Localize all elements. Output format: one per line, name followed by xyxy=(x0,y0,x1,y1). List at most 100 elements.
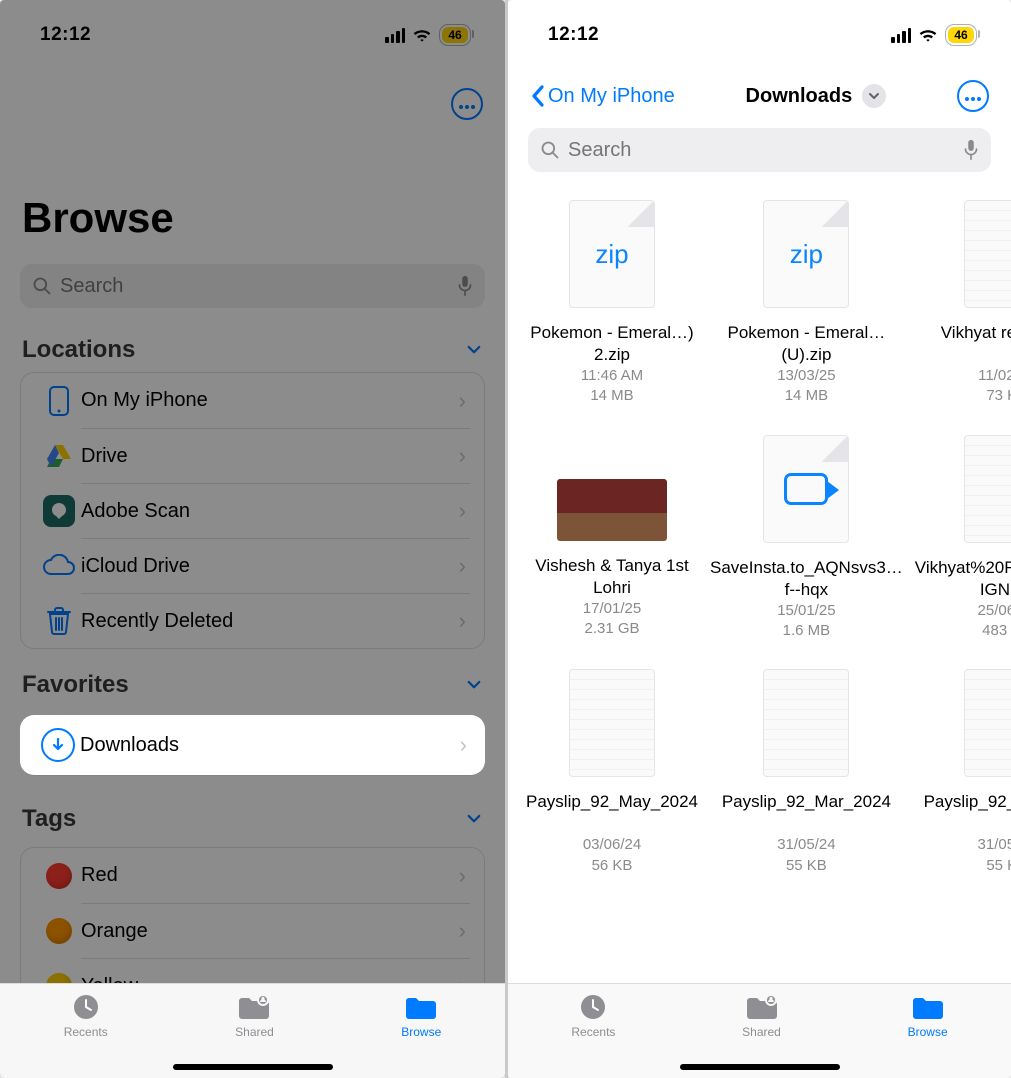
file-size: 56 KB xyxy=(592,856,633,876)
file-date: 15/01/25 xyxy=(777,601,835,621)
clock-icon xyxy=(578,992,608,1022)
wifi-icon xyxy=(918,27,938,43)
shared-folder-icon xyxy=(237,993,271,1021)
zip-icon: zip xyxy=(763,200,849,308)
location-on-my-iphone[interactable]: On My iPhone› xyxy=(21,373,484,428)
back-label: On My iPhone xyxy=(548,85,675,108)
file-item[interactable]: Vikhyat resume-211/02/2573 KB xyxy=(913,200,1011,407)
file-size: 55 KB xyxy=(786,856,827,876)
folder-icon xyxy=(404,993,438,1021)
zip-icon: zip xyxy=(569,200,655,308)
more-button[interactable] xyxy=(957,80,989,112)
file-date: 03/06/24 xyxy=(583,835,641,855)
chevron-right-icon: › xyxy=(459,553,470,579)
wifi-icon xyxy=(412,27,432,43)
file-date: 11:46 AM xyxy=(581,366,643,386)
file-size: 2.31 GB xyxy=(584,619,639,639)
locations-header[interactable]: Locations xyxy=(0,314,505,372)
location-icloud[interactable]: iCloud Drive› xyxy=(21,538,484,593)
favorite-downloads[interactable]: Downloads › xyxy=(20,715,485,775)
battery-icon: 46 xyxy=(439,24,471,46)
tab-recents[interactable]: Recents xyxy=(64,992,108,1078)
mic-icon[interactable] xyxy=(457,275,473,297)
search-input[interactable] xyxy=(568,139,955,162)
tab-recents[interactable]: Recents xyxy=(571,992,615,1078)
file-date: 17/01/25 xyxy=(583,599,641,619)
title-menu-button[interactable] xyxy=(862,84,886,108)
document-icon xyxy=(569,669,655,777)
chevron-right-icon: › xyxy=(460,732,471,758)
file-name: Pokemon - Emeral…) 2.zip xyxy=(524,322,700,366)
tab-browse[interactable]: Browse xyxy=(908,992,948,1078)
file-item[interactable]: Vikhyat%20Rishi%20-…IGNED25/06/24483 KB xyxy=(913,435,1011,642)
downloads-screen: 12:12 46 On My iPhone Downloads zipPok xyxy=(508,0,1011,1078)
file-name: Payslip_92_Apr_2024 xyxy=(922,791,1011,835)
file-item[interactable]: Payslip_92_May_202403/06/2456 KB xyxy=(524,669,700,876)
tags-header[interactable]: Tags xyxy=(0,783,505,841)
clock-icon xyxy=(71,992,101,1022)
chevron-right-icon: › xyxy=(459,863,470,889)
chevron-right-icon: › xyxy=(459,608,470,634)
cellular-icon xyxy=(891,28,911,43)
file-name: Pokemon - Emeral…(U).zip xyxy=(708,322,905,366)
tag-red[interactable]: Red› xyxy=(21,848,484,903)
tag-orange[interactable]: Orange› xyxy=(21,903,484,958)
page-title: Downloads xyxy=(746,85,853,108)
browse-screen: 12:12 46 Browse Locations On My iPhone› xyxy=(0,0,505,1078)
chevron-right-icon: › xyxy=(459,918,470,944)
search-icon xyxy=(32,276,52,296)
file-name: Payslip_92_May_2024 xyxy=(524,791,700,835)
document-icon xyxy=(964,669,1011,777)
document-icon xyxy=(964,435,1011,543)
file-date: 25/06/24 xyxy=(978,601,1011,621)
chevron-down-icon xyxy=(465,341,483,359)
location-adobe-scan[interactable]: Adobe Scan› xyxy=(21,483,484,538)
location-drive[interactable]: Drive› xyxy=(21,428,484,483)
home-indicator[interactable] xyxy=(680,1064,840,1070)
photo-thumbnail xyxy=(557,479,667,541)
file-item[interactable]: Vishesh & Tanya 1st Lohri17/01/252.31 GB xyxy=(524,435,700,642)
back-button[interactable]: On My iPhone xyxy=(530,84,675,108)
shared-folder-icon xyxy=(745,993,779,1021)
nav-bar: On My iPhone Downloads xyxy=(508,58,1011,118)
more-button[interactable] xyxy=(451,88,483,120)
status-time: 12:12 xyxy=(548,24,599,46)
favorites-label: Favorites xyxy=(22,671,129,699)
folder-icon xyxy=(911,993,945,1021)
tab-browse[interactable]: Browse xyxy=(401,992,441,1078)
search-field[interactable] xyxy=(20,264,485,308)
search-field[interactable] xyxy=(528,128,991,172)
file-item[interactable]: zipPokemon - Emeral…(U).zip13/03/2514 MB xyxy=(708,200,905,407)
location-recently-deleted[interactable]: Recently Deleted› xyxy=(21,593,484,648)
file-name: Vikhyat%20Rishi%20-…IGNED xyxy=(913,557,1011,601)
battery-icon: 46 xyxy=(945,24,977,46)
file-size: 483 KB xyxy=(982,621,1011,641)
file-name: Vikhyat resume-2 xyxy=(939,322,1011,366)
locations-list: On My iPhone› Drive› Adobe Scan› iCloud … xyxy=(20,372,485,649)
chevron-down-icon xyxy=(868,90,880,102)
file-size: 73 KB xyxy=(986,386,1011,406)
file-date: 11/02/25 xyxy=(978,366,1011,386)
file-name: Vishesh & Tanya 1st Lohri xyxy=(524,555,700,599)
chevron-right-icon: › xyxy=(459,388,470,414)
download-icon xyxy=(41,728,75,762)
file-name: SaveInsta.to_AQNsvs3…f--hqx xyxy=(708,557,905,601)
file-item[interactable]: Payslip_92_Mar_202431/05/2455 KB xyxy=(708,669,905,876)
file-item[interactable]: SaveInsta.to_AQNsvs3…f--hqx15/01/251.6 M… xyxy=(708,435,905,642)
tag-dot xyxy=(46,918,72,944)
search-input[interactable] xyxy=(60,275,449,298)
chevron-left-icon xyxy=(530,84,546,108)
status-time: 12:12 xyxy=(40,24,91,46)
favorites-header[interactable]: Favorites xyxy=(0,649,505,707)
files-grid: zipPokemon - Emeral…) 2.zip11:46 AM14 MB… xyxy=(508,178,1011,898)
file-item[interactable]: zipPokemon - Emeral…) 2.zip11:46 AM14 MB xyxy=(524,200,700,407)
document-icon xyxy=(763,669,849,777)
file-date: 31/05/24 xyxy=(978,835,1011,855)
file-size: 1.6 MB xyxy=(783,621,831,641)
mic-icon[interactable] xyxy=(963,139,979,161)
video-icon xyxy=(763,435,849,543)
chevron-down-icon xyxy=(465,810,483,828)
home-indicator[interactable] xyxy=(173,1064,333,1070)
search-icon xyxy=(540,140,560,160)
file-item[interactable]: Payslip_92_Apr_202431/05/2455 KB xyxy=(913,669,1011,876)
